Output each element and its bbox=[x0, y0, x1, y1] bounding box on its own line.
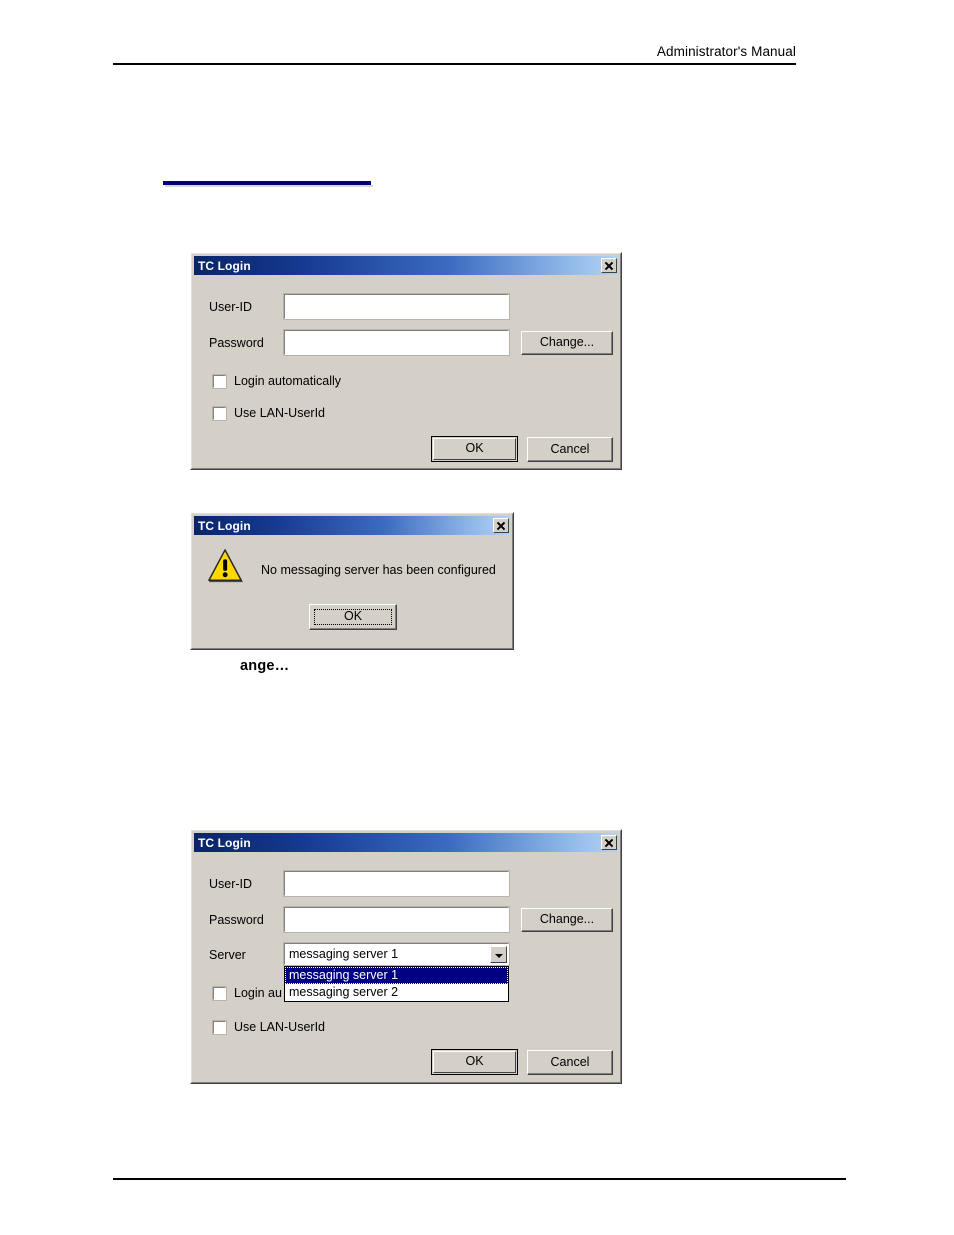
server-label: Server bbox=[209, 948, 246, 962]
dialog-titlebar: TC Login bbox=[194, 833, 618, 852]
checkbox-box[interactable] bbox=[212, 373, 227, 389]
cancel-button-label: Cancel bbox=[550, 441, 590, 456]
use-lan-userid-label: Use LAN-UserId bbox=[234, 1020, 325, 1034]
footer-rule bbox=[113, 1178, 846, 1180]
use-lan-userid-checkbox[interactable]: Use LAN-UserId bbox=[212, 1019, 325, 1035]
ok-button[interactable]: OK bbox=[309, 604, 397, 630]
no-messaging-server-dialog: TC Login No messaging server has been co… bbox=[190, 512, 514, 650]
dialog-title: TC Login bbox=[198, 835, 251, 850]
checkbox-box[interactable] bbox=[212, 405, 227, 421]
change-password-button-label: Change... bbox=[539, 335, 595, 349]
password-input-field[interactable] bbox=[285, 331, 508, 354]
userid-label: User-ID bbox=[209, 877, 253, 891]
list-item[interactable]: messaging server 1 bbox=[285, 967, 508, 984]
cancel-button[interactable]: Cancel bbox=[527, 1050, 613, 1075]
dialog-titlebar: TC Login bbox=[194, 516, 510, 535]
dialog-title: TC Login bbox=[198, 518, 251, 533]
password-input[interactable] bbox=[283, 329, 510, 356]
dialog-titlebar: TC Login bbox=[194, 256, 618, 275]
server-combobox[interactable]: messaging server 1 bbox=[283, 942, 510, 966]
chevron-down-icon[interactable] bbox=[490, 945, 507, 963]
page-header-title: Administrator's Manual bbox=[656, 44, 796, 59]
checkbox-box[interactable] bbox=[212, 985, 227, 1001]
tc-login-dialog: TC Login User-ID Password Change... Logi… bbox=[190, 252, 622, 470]
userid-input[interactable] bbox=[283, 870, 510, 897]
ok-button-label: OK bbox=[465, 441, 484, 455]
ok-button[interactable]: OK bbox=[431, 1049, 518, 1075]
login-automatically-checkbox[interactable]: Login automatically bbox=[212, 373, 342, 389]
warning-icon bbox=[208, 549, 244, 583]
list-item[interactable]: messaging server 2 bbox=[285, 984, 508, 1001]
server-combobox-value: messaging server 1 bbox=[289, 947, 399, 961]
change-password-button[interactable]: Change... bbox=[521, 908, 613, 932]
cancel-button[interactable]: Cancel bbox=[527, 437, 613, 462]
userid-input[interactable] bbox=[283, 293, 510, 320]
password-input[interactable] bbox=[283, 906, 510, 933]
header-rule bbox=[113, 63, 796, 65]
caption-fragment: ange… bbox=[240, 658, 290, 674]
login-automatically-checkbox[interactable]: Login au bbox=[212, 985, 282, 1001]
section-accent-bar bbox=[163, 181, 373, 187]
tc-login-server-dialog: TC Login User-ID Password Change... Serv… bbox=[190, 829, 622, 1084]
use-lan-userid-checkbox[interactable]: Use LAN-UserId bbox=[212, 405, 325, 421]
ok-button[interactable]: OK bbox=[431, 436, 518, 462]
login-automatically-label: Login au bbox=[234, 986, 282, 1000]
server-dropdown-list[interactable]: messaging server 1 messaging server 2 bbox=[284, 966, 509, 1002]
use-lan-userid-label: Use LAN-UserId bbox=[234, 406, 325, 420]
change-password-button[interactable]: Change... bbox=[521, 331, 613, 355]
password-input-field[interactable] bbox=[285, 908, 508, 931]
close-icon[interactable] bbox=[601, 258, 617, 273]
close-icon[interactable] bbox=[493, 518, 509, 533]
close-icon[interactable] bbox=[601, 835, 617, 850]
login-automatically-label: Login automatically bbox=[234, 374, 342, 388]
userid-label: User-ID bbox=[209, 300, 253, 314]
password-label: Password bbox=[209, 913, 264, 927]
userid-input-field[interactable] bbox=[285, 295, 508, 318]
checkbox-box[interactable] bbox=[212, 1019, 227, 1035]
ok-button-label: OK bbox=[465, 1054, 484, 1068]
cancel-button-label: Cancel bbox=[550, 1054, 590, 1069]
userid-input-field[interactable] bbox=[285, 872, 508, 895]
password-label: Password bbox=[209, 336, 264, 350]
message-text: No messaging server has been configured bbox=[261, 563, 496, 577]
ok-button-label: OK bbox=[343, 609, 363, 623]
dialog-title: TC Login bbox=[198, 258, 251, 273]
change-password-button-label: Change... bbox=[539, 912, 595, 926]
